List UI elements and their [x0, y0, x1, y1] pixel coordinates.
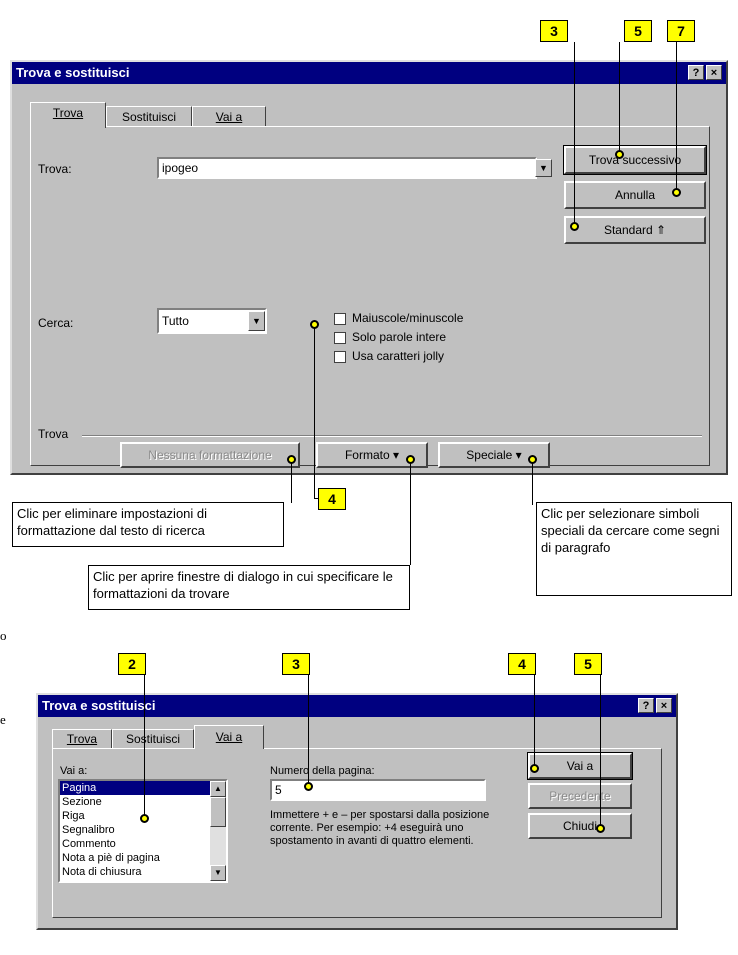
margin-fragment-o: o: [0, 628, 7, 643]
find-next-button[interactable]: Trova successivo: [563, 145, 707, 175]
tab-find[interactable]: Trova: [52, 729, 112, 749]
leader-4-h: [314, 498, 318, 499]
help-button[interactable]: ?: [638, 698, 654, 713]
badge-2: 2: [118, 653, 146, 675]
dot-find-next: [615, 150, 624, 159]
find-input[interactable]: ipogeo: [157, 157, 537, 179]
match-case-checkbox[interactable]: [334, 313, 346, 325]
dot-listbox: [140, 814, 149, 823]
list-item[interactable]: Segnalibro: [60, 823, 226, 837]
find-replace-dialog: Trova e sostituisci ? × Trova Sostituisc…: [10, 60, 728, 475]
scroll-thumb[interactable]: [210, 797, 226, 827]
goto-label: Vai a:: [60, 765, 88, 777]
dot-goto: [530, 764, 539, 773]
list-item[interactable]: Sezione: [60, 795, 226, 809]
list-item[interactable]: Commento: [60, 837, 226, 851]
leader-2: [144, 675, 145, 817]
whole-words-label: Solo parole intere: [352, 330, 447, 344]
wildcards-label: Usa caratteri jolly: [352, 349, 445, 363]
goto-listbox[interactable]: Pagina Sezione Riga Segnalibro Commento …: [58, 779, 228, 883]
search-dropdown-button[interactable]: ▼: [248, 311, 265, 331]
badge-3: 3: [540, 20, 568, 42]
list-item[interactable]: Pagina: [60, 781, 226, 795]
cancel-button[interactable]: Annulla: [564, 181, 706, 209]
leader-no-format: [291, 463, 292, 503]
tab-replace[interactable]: Sostituisci: [106, 106, 192, 128]
goto-button[interactable]: Vai a: [527, 752, 633, 780]
badge-5: 5: [624, 20, 652, 42]
scroll-down-icon[interactable]: ▼: [210, 865, 226, 881]
dot-close: [596, 824, 605, 833]
tab-goto[interactable]: Vai a: [194, 725, 264, 749]
dialog-title: Trova e sostituisci: [16, 65, 130, 80]
standard-button[interactable]: Standard ⇑: [564, 216, 706, 244]
dot-standard: [570, 222, 579, 231]
dot-page-number: [304, 782, 313, 791]
list-scrollbar[interactable]: ▲ ▼: [210, 781, 226, 881]
whole-words-checkbox[interactable]: [334, 332, 346, 344]
leader-format: [410, 463, 411, 565]
tab-goto[interactable]: Vai a: [192, 106, 266, 128]
find-dropdown-button[interactable]: ▼: [535, 159, 552, 177]
callout-format: Clic per aprire finestre di dialogo in c…: [88, 565, 410, 610]
no-formatting-button[interactable]: Nessuna formattazione: [120, 442, 300, 468]
leader-3: [574, 42, 575, 225]
close-dialog-button[interactable]: Chiudi: [528, 813, 632, 839]
wildcards-checkbox[interactable]: [334, 351, 346, 363]
close-button[interactable]: ×: [656, 698, 672, 713]
leader-5: [619, 42, 620, 154]
dialog-title-bar[interactable]: Trova e sostituisci: [38, 695, 676, 717]
list-item[interactable]: Nota di chiusura: [60, 865, 226, 879]
search-label: Cerca:: [38, 316, 74, 330]
callout-special: Clic per selezionare simboli speciali da…: [536, 502, 732, 596]
tab-replace[interactable]: Sostituisci: [112, 729, 194, 749]
leader-5b: [600, 675, 601, 827]
group-label: Trova: [38, 427, 69, 441]
tab-find[interactable]: Trova: [30, 102, 106, 128]
leader-special: [532, 463, 533, 505]
leader-3b: [308, 675, 309, 785]
page-number-input[interactable]: 5: [270, 779, 486, 801]
help-button[interactable]: ?: [688, 65, 704, 80]
search-select-value: Tutto: [162, 314, 189, 328]
leader-4b: [534, 675, 535, 767]
badge-7: 7: [667, 20, 695, 42]
scroll-up-icon[interactable]: ▲: [210, 781, 226, 797]
goto-help-text: Immettere + e – per spostarsi dalla posi…: [270, 809, 490, 847]
margin-fragment-e: e: [0, 712, 6, 727]
badge-3b: 3: [282, 653, 310, 675]
match-case-label: Maiuscole/minuscole: [352, 311, 464, 325]
goto-dialog: Trova e sostituisci ? × Trova Sostituisc…: [36, 693, 678, 930]
badge-4b: 4: [508, 653, 536, 675]
find-input-value: ipogeo: [162, 161, 199, 175]
list-item[interactable]: Nota a piè di pagina: [60, 851, 226, 865]
leader-7: [676, 42, 677, 192]
group-divider: [82, 435, 702, 437]
dialog-title: Trova e sostituisci: [42, 698, 156, 713]
find-label: Trova:: [38, 162, 72, 176]
badge-4: 4: [318, 488, 346, 510]
dot-cancel: [672, 188, 681, 197]
leader-4: [314, 328, 315, 498]
callout-no-format: Clic per eliminare impostazioni di forma…: [12, 502, 284, 547]
previous-button[interactable]: Precedente: [528, 783, 632, 809]
close-button[interactable]: ×: [706, 65, 722, 80]
page-number-label: Numero della pagina:: [270, 765, 375, 777]
badge-5b: 5: [574, 653, 602, 675]
page-number-value: 5: [275, 783, 282, 797]
